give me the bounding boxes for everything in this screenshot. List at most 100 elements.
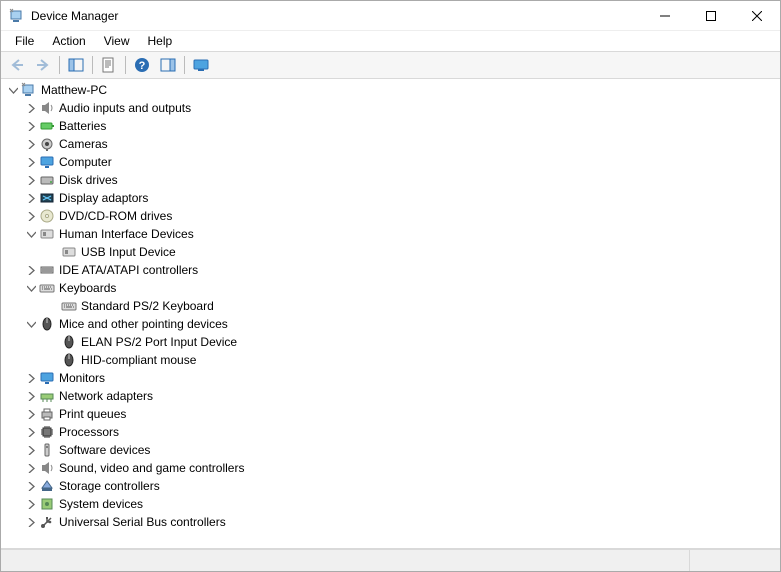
tree-node-batteries[interactable]: Batteries [1,117,780,135]
device-tree[interactable]: Matthew-PCAudio inputs and outputs Batter… [1,79,780,549]
chevron-right-icon[interactable] [23,514,39,530]
software-devices-icon [39,442,55,458]
monitors-icon [39,370,55,386]
menu-file[interactable]: File [7,32,42,50]
tree-node-monitors[interactable]: Monitors [1,369,780,387]
menu-action[interactable]: Action [44,32,93,50]
tree-node-label: IDE ATA/ATAPI controllers [59,263,198,277]
tree-node-standard-ps-2-keyboard[interactable]: Standard PS/2 Keyboard [1,297,780,315]
tree-node-universal-serial-bus-controllers[interactable]: Universal Serial Bus controllers [1,513,780,531]
toolbar-help-button[interactable] [130,54,154,76]
tree-node-label: Mice and other pointing devices [59,317,228,331]
tree-node-root[interactable]: Matthew-PC [1,81,780,99]
tree-node-label: Cameras [59,137,108,151]
chevron-right-icon[interactable] [23,100,39,116]
print-queues-icon [39,406,55,422]
tree-node-disk-drives[interactable]: Disk drives [1,171,780,189]
tree-node-label: Sound, video and game controllers [59,461,244,475]
tree-node-hid-compliant-mouse[interactable]: HID-compliant mouse [1,351,780,369]
tree-node-processors[interactable]: Processors [1,423,780,441]
tree-node-ide-ata-atapi-controllers[interactable]: IDE ATA/ATAPI controllers [1,261,780,279]
chevron-down-icon[interactable] [5,82,21,98]
chevron-right-icon[interactable] [23,478,39,494]
window-title: Device Manager [31,9,118,23]
chevron-down-icon[interactable] [23,316,39,332]
chevron-down-icon[interactable] [23,226,39,242]
menubar: File Action View Help [1,31,780,51]
chevron-right-icon[interactable] [23,496,39,512]
tree-node-display-adaptors[interactable]: Display adaptors [1,189,780,207]
human-interface-devices-icon [39,226,55,242]
toolbar-separator [92,56,93,74]
tree-node-label: System devices [59,497,143,511]
menu-help[interactable]: Help [140,32,181,50]
tree-node-usb-input-device[interactable]: USB Input Device [1,243,780,261]
tree-node-keyboards[interactable]: Keyboards [1,279,780,297]
tree-node-print-queues[interactable]: Print queues [1,405,780,423]
tree-node-label: USB Input Device [81,245,176,259]
titlebar: Device Manager [1,1,780,31]
elan-ps-2-port-input-device-icon [61,334,77,350]
toolbar-separator [59,56,60,74]
tree-node-dvd-cd-rom-drives[interactable]: DVD/CD-ROM drives [1,207,780,225]
tree-node-network-adapters[interactable]: Network adapters [1,387,780,405]
processors-icon [39,424,55,440]
toolbar-properties-button[interactable] [97,54,121,76]
chevron-right-icon[interactable] [23,118,39,134]
app-icon [9,8,25,24]
tree-node-label: Universal Serial Bus controllers [59,515,226,529]
toolbar-scan-button[interactable] [189,54,213,76]
toolbar-forward-button[interactable] [31,54,55,76]
storage-controllers-icon [39,478,55,494]
tree-node-mice-and-other-pointing-devices[interactable]: Mice and other pointing devices [1,315,780,333]
close-button[interactable] [734,1,780,31]
tree-node-label: Computer [59,155,112,169]
disk-drives-icon [39,172,55,188]
chevron-right-icon[interactable] [23,172,39,188]
chevron-right-icon[interactable] [23,262,39,278]
chevron-right-icon[interactable] [23,370,39,386]
toolbar-action-pane-button[interactable] [156,54,180,76]
cameras-icon [39,136,55,152]
tree-node-sound-video-and-game-controllers[interactable]: Sound, video and game controllers [1,459,780,477]
system-devices-icon [39,496,55,512]
tree-node-cameras[interactable]: Cameras [1,135,780,153]
tree-node-label: Keyboards [59,281,116,295]
chevron-right-icon[interactable] [23,442,39,458]
tree-node-audio-inputs-and-outputs[interactable]: Audio inputs and outputs [1,99,780,117]
statusbar-cell [1,550,690,571]
statusbar [1,549,780,571]
toolbar-separator [125,56,126,74]
tree-node-label: DVD/CD-ROM drives [59,209,172,223]
chevron-right-icon[interactable] [23,460,39,476]
tree-node-computer[interactable]: Computer [1,153,780,171]
minimize-button[interactable] [642,1,688,31]
toolbar-back-button[interactable] [5,54,29,76]
chevron-right-icon[interactable] [23,136,39,152]
chevron-down-icon[interactable] [23,280,39,296]
tree-node-storage-controllers[interactable]: Storage controllers [1,477,780,495]
tree-node-elan-ps-2-port-input-device[interactable]: ELAN PS/2 Port Input Device [1,333,780,351]
toolbar-separator [184,56,185,74]
chevron-right-icon[interactable] [23,208,39,224]
chevron-right-icon[interactable] [23,424,39,440]
tree-node-label: Print queues [59,407,126,421]
tree-node-label: Network adapters [59,389,153,403]
maximize-button[interactable] [688,1,734,31]
menu-view[interactable]: View [96,32,138,50]
tree-node-label: Display adaptors [59,191,148,205]
tree-node-label: Batteries [59,119,106,133]
hid-compliant-mouse-icon [61,352,77,368]
chevron-right-icon[interactable] [23,190,39,206]
toolbar-console-tree-button[interactable] [64,54,88,76]
chevron-right-icon[interactable] [23,406,39,422]
tree-node-human-interface-devices[interactable]: Human Interface Devices [1,225,780,243]
chevron-right-icon[interactable] [23,154,39,170]
toolbar [1,51,780,79]
ide-ata-atapi-controllers-icon [39,262,55,278]
chevron-right-icon[interactable] [23,388,39,404]
tree-node-system-devices[interactable]: System devices [1,495,780,513]
root-icon [21,82,37,98]
tree-node-software-devices[interactable]: Software devices [1,441,780,459]
tree-node-label: ELAN PS/2 Port Input Device [81,335,237,349]
